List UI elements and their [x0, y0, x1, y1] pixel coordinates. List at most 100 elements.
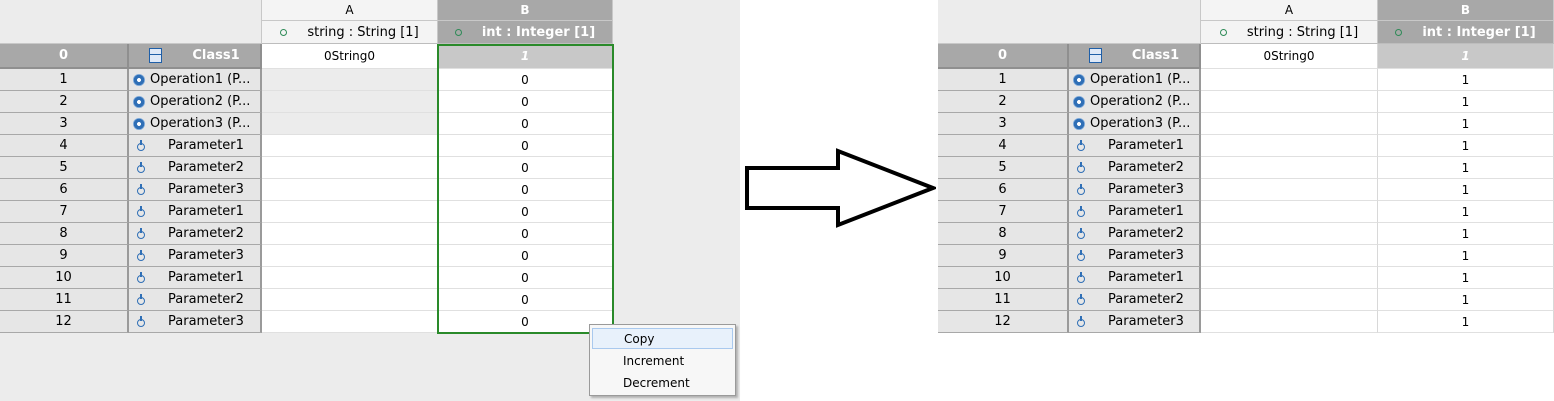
- element-cell[interactable]: Parameter1: [129, 201, 262, 223]
- element-cell[interactable]: Parameter2: [1069, 223, 1201, 245]
- value-a-cell[interactable]: [262, 245, 438, 267]
- row-number[interactable]: 10: [0, 267, 129, 289]
- element-cell[interactable]: Parameter3: [1069, 245, 1201, 267]
- value-b-cell[interactable]: 0: [438, 267, 613, 289]
- column-header-b[interactable]: B: [1378, 0, 1554, 21]
- element-cell[interactable]: Parameter3: [1069, 179, 1201, 201]
- element-cell[interactable]: Parameter2: [129, 289, 262, 311]
- value-b-cell[interactable]: 1: [1378, 245, 1554, 267]
- value-b-0[interactable]: 1: [1378, 44, 1554, 69]
- value-b-cell[interactable]: 1: [1378, 311, 1554, 333]
- row-number[interactable]: 9: [938, 245, 1069, 267]
- row-header-0[interactable]: 0: [0, 44, 129, 69]
- value-b-cell[interactable]: 1: [1378, 201, 1554, 223]
- value-b-cell[interactable]: 0: [438, 311, 613, 333]
- value-b-cell[interactable]: 0: [438, 91, 613, 113]
- value-a-cell[interactable]: [262, 157, 438, 179]
- value-a-cell[interactable]: [262, 91, 438, 113]
- element-cell[interactable]: Parameter2: [1069, 289, 1201, 311]
- value-a-cell[interactable]: [1201, 179, 1378, 201]
- row-number[interactable]: 6: [0, 179, 129, 201]
- value-a-cell[interactable]: [262, 267, 438, 289]
- row-number[interactable]: 3: [938, 113, 1069, 135]
- row-number[interactable]: 2: [938, 91, 1069, 113]
- value-b-cell[interactable]: 1: [1378, 157, 1554, 179]
- row-number[interactable]: 7: [0, 201, 129, 223]
- property-header-b[interactable]: int : Integer [1]: [438, 21, 613, 44]
- element-cell[interactable]: Operation2 (P...: [1069, 91, 1201, 113]
- row-number[interactable]: 11: [0, 289, 129, 311]
- value-a-cell[interactable]: [1201, 245, 1378, 267]
- row-number[interactable]: 12: [0, 311, 129, 333]
- element-cell[interactable]: Parameter3: [129, 245, 262, 267]
- row-number[interactable]: 1: [938, 69, 1069, 91]
- row-number[interactable]: 7: [938, 201, 1069, 223]
- value-a-cell[interactable]: [1201, 223, 1378, 245]
- value-b-cell[interactable]: 1: [1378, 223, 1554, 245]
- row-number[interactable]: 4: [0, 135, 129, 157]
- value-a-cell[interactable]: [1201, 157, 1378, 179]
- element-cell[interactable]: Operation1 (P...: [129, 69, 262, 91]
- element-cell[interactable]: Parameter1: [129, 267, 262, 289]
- value-b-cell[interactable]: 1: [1378, 69, 1554, 91]
- value-a-cell[interactable]: [1201, 135, 1378, 157]
- row-number[interactable]: 10: [938, 267, 1069, 289]
- row-number[interactable]: 5: [0, 157, 129, 179]
- value-a-cell[interactable]: [1201, 201, 1378, 223]
- value-b-cell[interactable]: 0: [438, 245, 613, 267]
- value-a-cell[interactable]: [1201, 113, 1378, 135]
- value-a-cell[interactable]: [262, 223, 438, 245]
- value-b-cell[interactable]: 0: [438, 179, 613, 201]
- element-cell[interactable]: Operation2 (P...: [129, 91, 262, 113]
- element-cell[interactable]: Parameter2: [1069, 157, 1201, 179]
- value-b-cell[interactable]: 1: [1378, 113, 1554, 135]
- element-cell[interactable]: Parameter2: [129, 223, 262, 245]
- row-number[interactable]: 3: [0, 113, 129, 135]
- value-b-cell[interactable]: 1: [1378, 91, 1554, 113]
- row-number[interactable]: 12: [938, 311, 1069, 333]
- value-b-cell[interactable]: 1: [1378, 135, 1554, 157]
- row-number[interactable]: 8: [938, 223, 1069, 245]
- value-a-cell[interactable]: [262, 113, 438, 135]
- value-b-cell[interactable]: 0: [438, 69, 613, 91]
- value-b-cell[interactable]: 0: [438, 201, 613, 223]
- column-header-a[interactable]: A: [262, 0, 438, 21]
- value-a-cell[interactable]: [1201, 267, 1378, 289]
- column-header-a[interactable]: A: [1201, 0, 1378, 21]
- value-a-cell[interactable]: [262, 311, 438, 333]
- menu-item-decrement[interactable]: Decrement: [592, 372, 733, 393]
- value-a-cell[interactable]: [1201, 289, 1378, 311]
- element-cell[interactable]: Parameter3: [129, 179, 262, 201]
- value-b-cell[interactable]: 0: [438, 157, 613, 179]
- value-a-cell[interactable]: [262, 201, 438, 223]
- row-number[interactable]: 9: [0, 245, 129, 267]
- row-number[interactable]: 11: [938, 289, 1069, 311]
- row-number[interactable]: 1: [0, 69, 129, 91]
- value-b-cell[interactable]: 0: [438, 135, 613, 157]
- value-b-cell[interactable]: 0: [438, 289, 613, 311]
- row-number[interactable]: 8: [0, 223, 129, 245]
- element-cell[interactable]: Parameter1: [1069, 267, 1201, 289]
- value-a-cell[interactable]: [262, 289, 438, 311]
- element-cell[interactable]: Parameter2: [129, 157, 262, 179]
- value-b-cell[interactable]: 0: [438, 223, 613, 245]
- element-cell[interactable]: Parameter1: [129, 135, 262, 157]
- menu-item-copy[interactable]: Copy: [592, 328, 733, 349]
- element-cell[interactable]: Parameter1: [1069, 201, 1201, 223]
- value-a-cell[interactable]: [262, 69, 438, 91]
- value-a-cell[interactable]: [262, 135, 438, 157]
- value-a-cell[interactable]: [1201, 69, 1378, 91]
- row-number[interactable]: 5: [938, 157, 1069, 179]
- class-cell[interactable]: Class1: [1069, 44, 1201, 69]
- class-cell[interactable]: Class1: [129, 44, 262, 69]
- value-a-cell[interactable]: [1201, 311, 1378, 333]
- element-cell[interactable]: Operation3 (P...: [129, 113, 262, 135]
- value-b-cell[interactable]: 0: [438, 113, 613, 135]
- row-number[interactable]: 6: [938, 179, 1069, 201]
- value-a-0[interactable]: 0String0: [262, 44, 438, 69]
- property-header-a[interactable]: string : String [1]: [262, 21, 438, 44]
- row-number[interactable]: 2: [0, 91, 129, 113]
- value-b-0[interactable]: 1: [438, 44, 613, 69]
- element-cell[interactable]: Operation3 (P...: [1069, 113, 1201, 135]
- element-cell[interactable]: Parameter1: [1069, 135, 1201, 157]
